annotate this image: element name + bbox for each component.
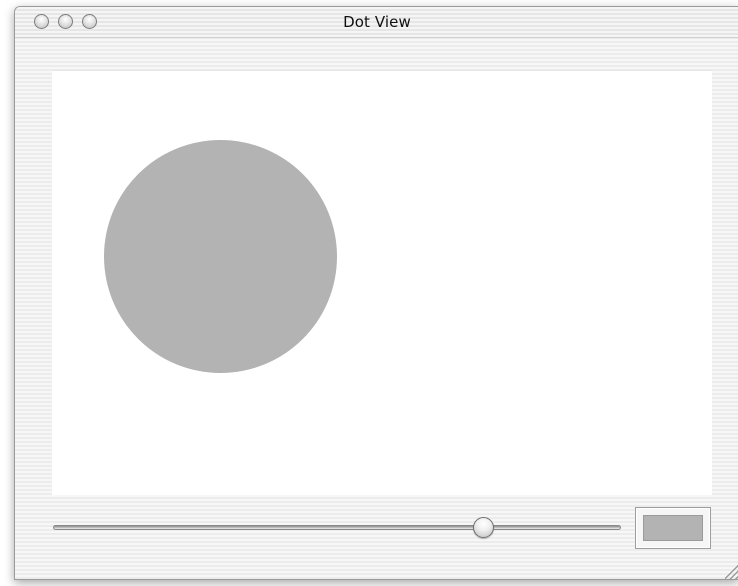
dot-circle[interactable]: [104, 140, 337, 373]
radius-slider-track[interactable]: [53, 525, 621, 530]
color-swatch: [643, 515, 703, 541]
dot-view-window: Dot View: [14, 6, 738, 580]
dot-canvas[interactable]: [52, 70, 712, 495]
title-bar[interactable]: Dot View: [15, 7, 738, 38]
color-well[interactable]: [635, 507, 711, 549]
radius-slider-knob[interactable]: [473, 517, 494, 538]
window-title: Dot View: [343, 13, 411, 31]
resize-grip-icon[interactable]: [725, 565, 738, 579]
